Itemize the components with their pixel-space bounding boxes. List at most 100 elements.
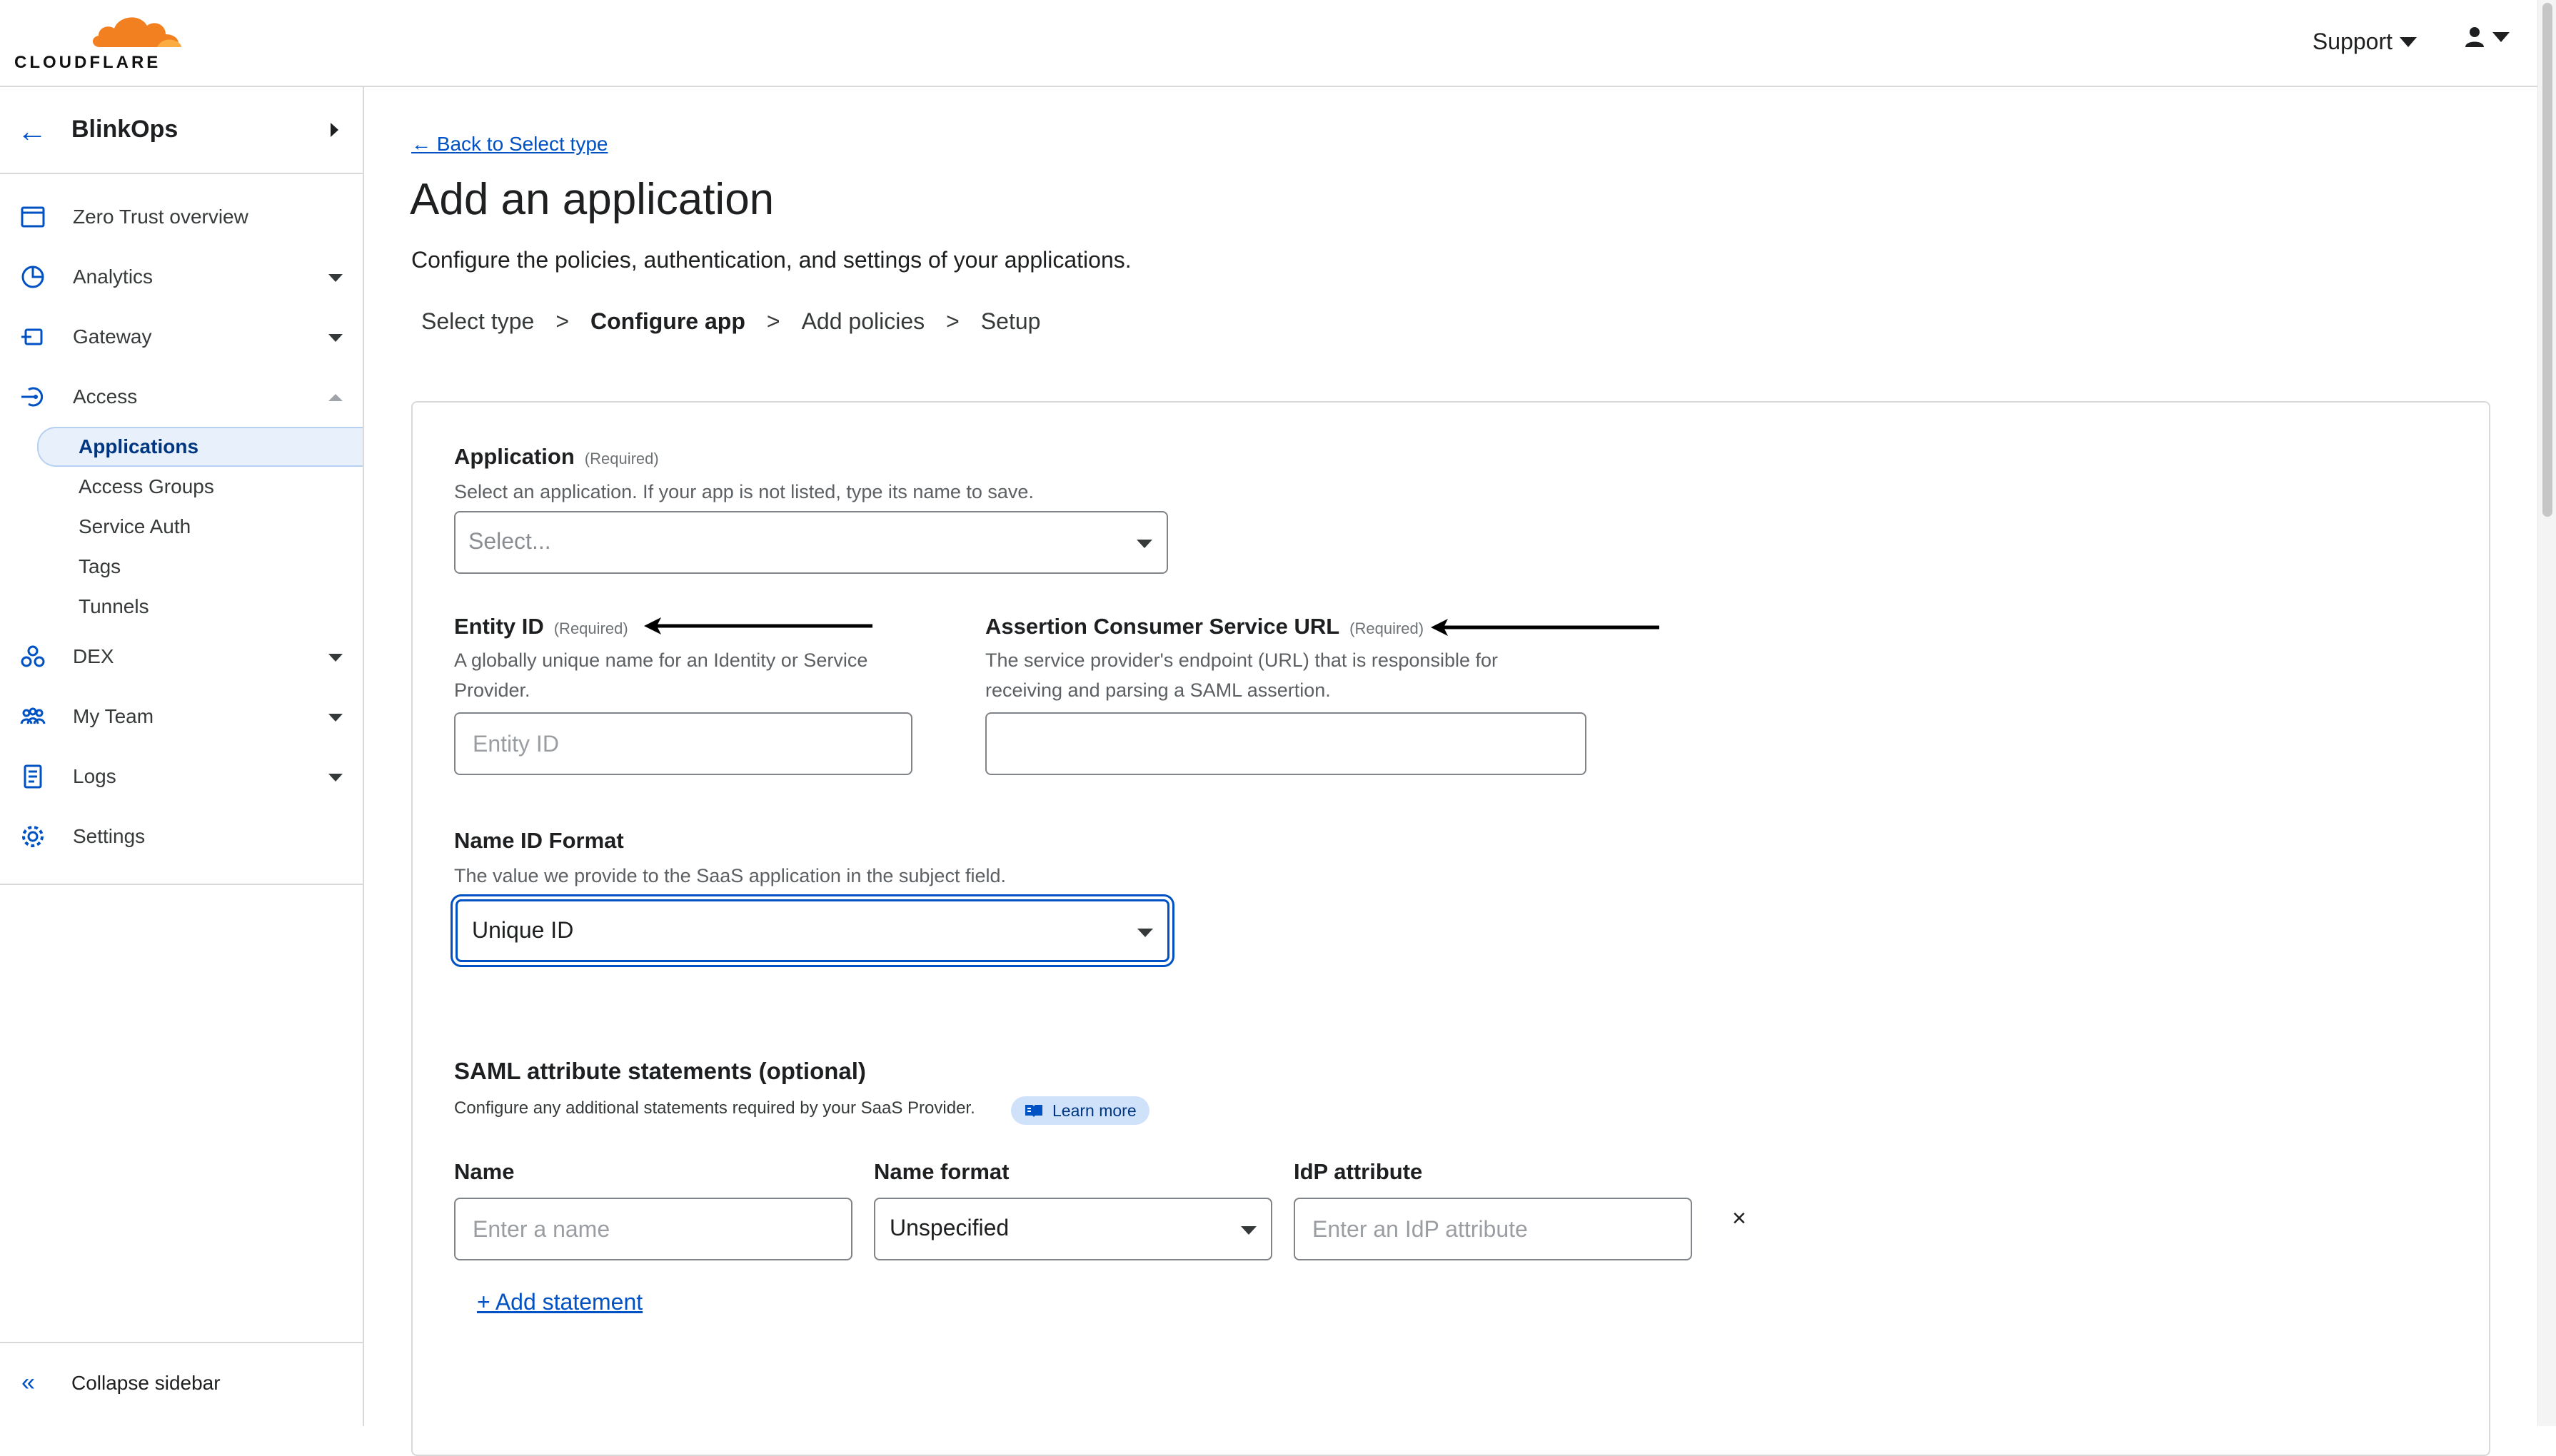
saml-idp-attribute-input[interactable]	[1294, 1198, 1692, 1260]
acs-url-help: The service provider's endpoint (URL) th…	[985, 649, 1498, 701]
logo-wordmark: CLOUDFLARE	[14, 53, 161, 72]
sidebar-subitem-label: Tags	[79, 555, 121, 577]
support-label: Support	[2312, 29, 2393, 54]
sidebar-item-my-team[interactable]: My Team	[0, 687, 363, 747]
annotation-arrow-icon	[644, 617, 872, 635]
dashboard-icon	[21, 206, 45, 228]
double-chevron-left-icon: «	[21, 1369, 35, 1396]
sidebar-item-tunnels[interactable]: Tunnels	[0, 587, 363, 627]
sidebar-subitem-label: Tunnels	[79, 595, 149, 617]
chevron-down-icon	[2400, 36, 2417, 47]
chevron-down-icon	[1241, 1226, 1257, 1235]
sidebar-divider	[0, 884, 363, 885]
sidebar-item-zero-trust-overview[interactable]: Zero Trust overview	[0, 187, 363, 247]
sidebar-item-gateway[interactable]: Gateway	[0, 307, 363, 367]
acs-url-input[interactable]	[985, 712, 1586, 775]
page-scrollbar[interactable]	[2537, 0, 2556, 1426]
chevron-down-icon	[1137, 540, 1152, 548]
learn-more-label: Learn more	[1052, 1101, 1137, 1120]
chevron-down-icon	[2492, 32, 2510, 42]
chevron-up-icon	[328, 394, 343, 401]
name-id-format-label: Name ID Format	[454, 828, 624, 853]
cloudflare-logo[interactable]: CLOUDFLARE	[14, 10, 181, 72]
user-icon	[2465, 27, 2484, 47]
step-separator: >	[766, 308, 780, 334]
application-select[interactable]: Select...	[454, 511, 1168, 574]
team-icon	[20, 707, 46, 724]
step-separator: >	[555, 308, 569, 334]
entity-id-help: A globally unique name for an Identity o…	[454, 649, 868, 701]
entity-id-label: Entity ID (Required)	[454, 614, 628, 639]
name-id-format-help: The value we provide to the SaaS applica…	[454, 865, 1006, 886]
step-select-type[interactable]: Select type	[421, 308, 534, 335]
required-tag: (Required)	[1349, 620, 1424, 637]
configure-app-card: Application (Required) Select an applicat…	[411, 401, 2490, 1456]
sidebar-item-logs[interactable]: Logs	[0, 747, 363, 807]
sidebar-subitem-label: Access Groups	[79, 475, 214, 497]
chevron-down-icon	[328, 714, 343, 722]
page-description: Configure the policies, authentication, …	[411, 247, 1132, 273]
sidebar-item-access[interactable]: Access	[0, 367, 363, 427]
sidebar-item-label: Access	[73, 385, 138, 408]
chevron-down-icon	[328, 774, 343, 782]
saml-name-format-select[interactable]: Unspecified	[874, 1198, 1272, 1260]
collapse-sidebar-label: Collapse sidebar	[71, 1372, 221, 1394]
acs-url-label: Assertion Consumer Service URL (Required)	[985, 614, 1424, 639]
account-switcher[interactable]: ← BlinkOps	[0, 87, 363, 174]
sidebar-item-tags[interactable]: Tags	[0, 547, 363, 587]
application-label-text: Application	[454, 444, 575, 469]
sidebar-subitem-label: Service Auth	[79, 515, 191, 537]
gateway-icon	[21, 328, 43, 345]
name-id-format-select[interactable]: Unique ID	[456, 899, 1169, 962]
scrollbar-thumb[interactable]	[2542, 3, 2552, 517]
chevron-down-icon	[1137, 929, 1153, 937]
required-tag: (Required)	[584, 450, 659, 467]
collapse-sidebar-button[interactable]: « Collapse sidebar	[0, 1343, 363, 1426]
annotation-arrow-icon	[1431, 619, 1659, 636]
main-content: ← Back to Select type Add an application…	[364, 87, 2538, 1456]
wizard-steps: Select type > Configure app > Add polici…	[421, 308, 1040, 335]
entity-id-label-text: Entity ID	[454, 614, 544, 639]
cloud-logo-icon	[92, 17, 181, 47]
dex-icon	[21, 645, 45, 667]
entity-id-input[interactable]	[454, 712, 912, 775]
chevron-right-icon	[331, 123, 338, 137]
required-tag: (Required)	[553, 620, 628, 637]
top-bar: CLOUDFLARE Support	[0, 0, 2538, 87]
saml-name-input[interactable]	[454, 1198, 852, 1260]
user-menu[interactable]	[2464, 26, 2510, 49]
remove-statement-close-icon[interactable]: ×	[1732, 1205, 1746, 1233]
learn-more-button[interactable]: Learn more	[1011, 1096, 1149, 1125]
saml-idp-attribute-column-label: IdP attribute	[1294, 1159, 1423, 1184]
step-setup: Setup	[980, 308, 1041, 334]
chevron-down-icon	[328, 654, 343, 662]
saml-name-column-label: Name	[454, 1159, 515, 1184]
sidebar-item-label: Gateway	[73, 325, 152, 348]
application-placeholder: Select...	[468, 528, 551, 554]
book-icon	[1025, 1105, 1042, 1117]
sidebar-item-label: Settings	[73, 825, 146, 847]
page-title: Add an application	[410, 175, 775, 224]
support-menu[interactable]: Support	[2313, 29, 2417, 55]
saml-name-format-value: Unspecified	[890, 1215, 1010, 1240]
sidebar-item-dex[interactable]: DEX	[0, 627, 363, 687]
gear-icon	[22, 826, 44, 847]
application-label: Application (Required)	[454, 444, 659, 470]
sidebar-item-analytics[interactable]: Analytics	[0, 247, 363, 307]
acs-url-label-text: Assertion Consumer Service URL	[985, 614, 1340, 639]
sidebar-item-applications[interactable]: Applications	[37, 427, 363, 467]
sidebar-item-label: DEX	[73, 645, 114, 667]
sidebar-item-settings[interactable]: Settings	[0, 807, 363, 866]
add-statement-link[interactable]: + Add statement	[477, 1289, 643, 1315]
back-arrow-icon[interactable]: ←	[17, 114, 47, 148]
sidebar-subitem-label: Applications	[79, 435, 199, 457]
access-icon	[21, 387, 44, 407]
sidebar-item-access-groups[interactable]: Access Groups	[0, 467, 363, 507]
back-to-select-type-link[interactable]: ← Back to Select type	[411, 133, 608, 156]
name-id-format-value: Unique ID	[472, 917, 574, 943]
sidebar: ← BlinkOps Zero Trust overview Analytics	[0, 87, 364, 1426]
sidebar-item-label: Analytics	[73, 266, 154, 288]
sidebar-item-service-auth[interactable]: Service Auth	[0, 507, 363, 547]
sidebar-nav: Zero Trust overview Analytics Gateway Ac…	[0, 187, 363, 866]
sidebar-item-label: Zero Trust overview	[73, 206, 248, 228]
